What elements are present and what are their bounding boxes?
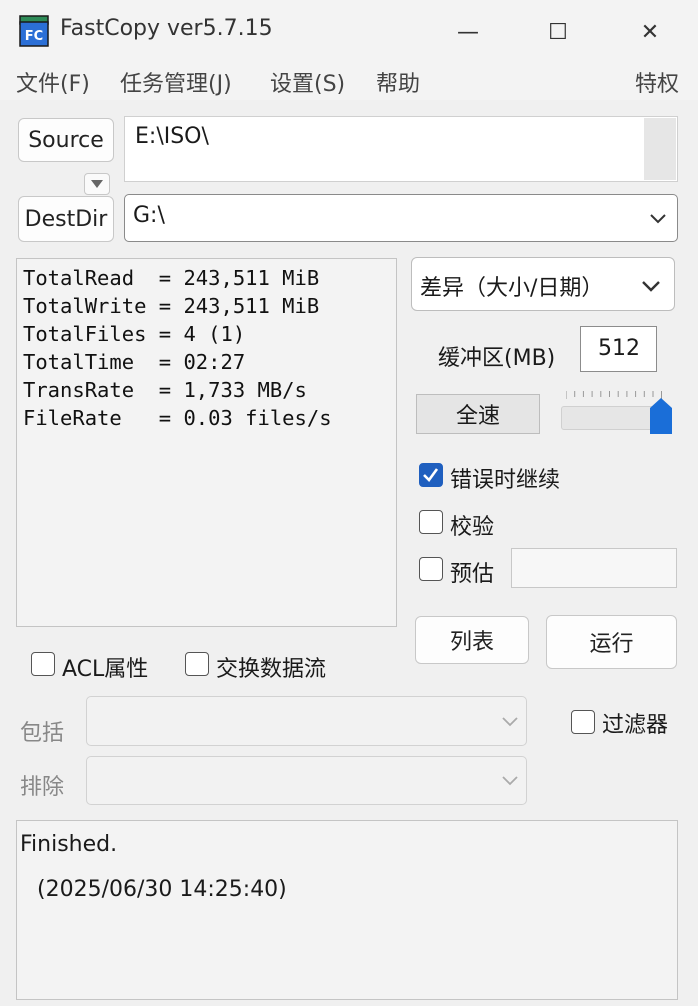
chevron-down-icon[interactable]	[638, 272, 664, 298]
checkmark-icon	[423, 468, 439, 482]
include-filter-combobox[interactable]	[86, 696, 527, 746]
continue-on-error-label: 错误时继续	[450, 468, 561, 493]
exclude-label: 排除	[20, 775, 65, 800]
alt-stream-label: 交换数据流	[216, 657, 327, 682]
stat-total-files: TotalFiles = 4 (1)	[23, 322, 246, 346]
stat-file-rate: FileRate = 0.03 files/s	[23, 406, 332, 430]
source-button[interactable]: Source	[18, 118, 114, 162]
buffer-size-label: 缓冲区(MB)	[438, 346, 556, 371]
source-field-scrollbar[interactable]	[644, 118, 676, 180]
stat-total-time: TotalTime = 02:27	[23, 350, 246, 374]
verify-label: 校验	[450, 515, 495, 540]
copy-mode-value: 差异（大小/日期）	[420, 276, 604, 301]
stat-trans-rate: TransRate = 1,733 MB/s	[23, 378, 307, 402]
estimate-checkbox[interactable]	[419, 557, 443, 581]
speed-slider-track[interactable]	[561, 406, 661, 430]
menu-bar	[0, 62, 698, 100]
status-message: Finished.	[20, 832, 118, 857]
triangle-down-icon	[91, 180, 103, 188]
destdir-button[interactable]: DestDir	[18, 196, 114, 242]
buffer-size-value: 512	[598, 336, 640, 361]
dest-path-combobox[interactable]	[124, 194, 678, 242]
menu-help[interactable]: 帮助	[376, 66, 420, 98]
chevron-down-icon[interactable]	[498, 712, 522, 732]
status-timestamp: (2025/06/30 14:25:40)	[37, 877, 287, 902]
estimate-label: 预估	[450, 562, 495, 587]
minimize-button[interactable]: —	[440, 12, 496, 52]
acl-checkbox[interactable]	[31, 652, 55, 676]
estimate-result-field	[511, 548, 677, 588]
menu-file[interactable]: 文件(F)	[16, 66, 90, 98]
app-icon-text: FC	[25, 29, 43, 44]
maximize-button[interactable]: ☐	[530, 12, 586, 52]
execute-button[interactable]: 运行	[546, 615, 677, 669]
close-button[interactable]: ✕	[622, 12, 678, 52]
stat-total-write: TotalWrite = 243,511 MiB	[23, 294, 320, 318]
exclude-filter-combobox[interactable]	[86, 756, 527, 805]
fastcopy-app-icon: FC	[18, 14, 50, 48]
window-title: FastCopy ver5.7.15	[60, 16, 273, 41]
chevron-down-icon[interactable]	[646, 206, 670, 230]
acl-label: ACL属性	[62, 657, 149, 682]
chevron-down-icon[interactable]	[498, 771, 522, 791]
menu-task-management[interactable]: 任务管理(J)	[120, 66, 232, 98]
dest-path-text: G:\	[133, 203, 165, 228]
full-speed-button[interactable]: 全速	[416, 394, 540, 434]
history-dropdown-button[interactable]	[84, 173, 110, 195]
menu-settings[interactable]: 设置(S)	[270, 66, 345, 98]
list-button[interactable]: 列表	[415, 616, 529, 664]
verify-checkbox[interactable]	[419, 510, 443, 534]
source-path-text: E:\ISO\	[135, 124, 209, 149]
speed-slider-ticks	[565, 386, 662, 399]
alt-stream-checkbox[interactable]	[185, 652, 209, 676]
menu-privilege[interactable]: 特权	[635, 66, 679, 98]
stat-total-read: TotalRead = 243,511 MiB	[23, 266, 320, 290]
filter-label: 过滤器	[602, 713, 669, 738]
continue-on-error-checkbox[interactable]	[419, 463, 443, 487]
include-label: 包括	[20, 721, 65, 746]
filter-checkbox[interactable]	[571, 710, 595, 734]
speed-slider-thumb[interactable]	[650, 398, 672, 434]
